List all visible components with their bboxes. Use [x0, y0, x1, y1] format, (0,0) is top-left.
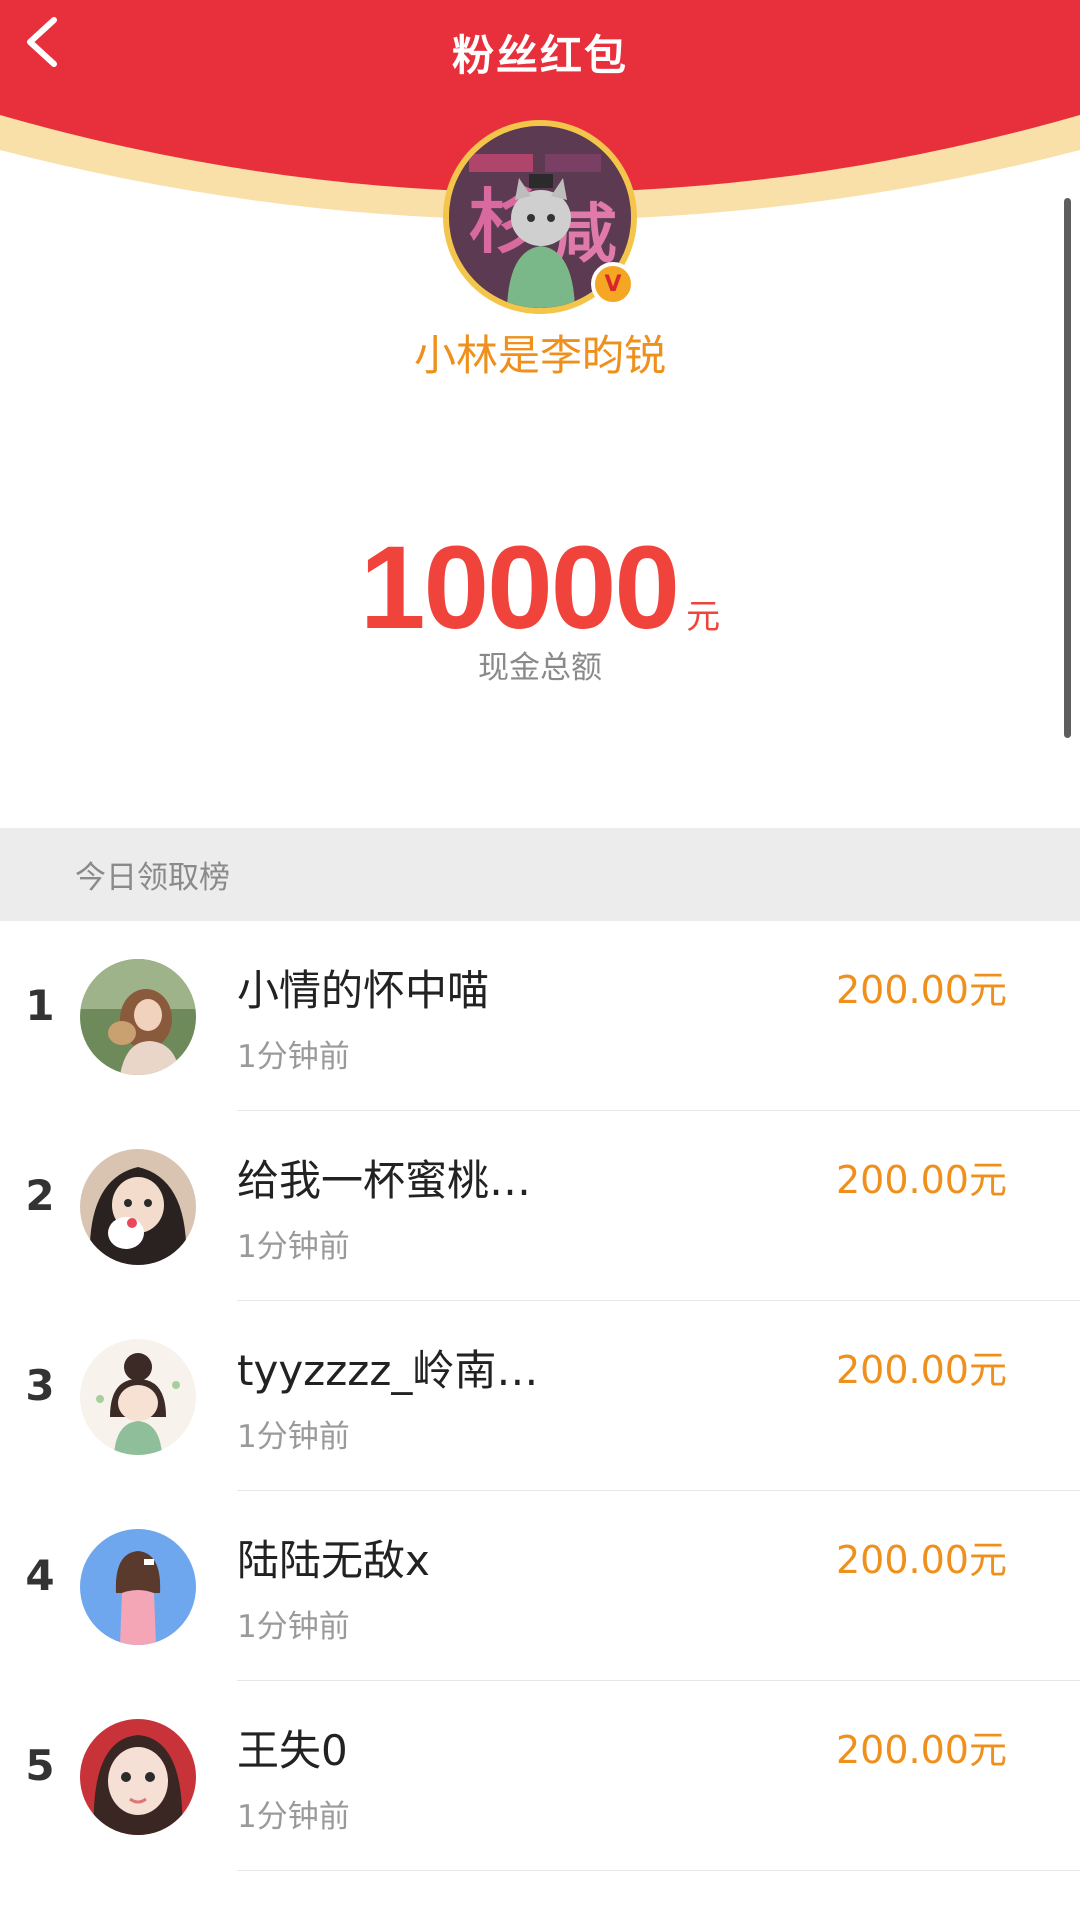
- page-title: 粉丝红包: [451, 31, 628, 80]
- claim-amount: 200.00元: [836, 968, 1007, 1012]
- claim-time: 1分钟前: [237, 1039, 350, 1075]
- claim-row[interactable]: 1 小情的怀中喵 1分钟前 200.00元: [0, 921, 1080, 1111]
- total-amount-value: 10000: [359, 522, 680, 654]
- total-amount: 10000 元: [0, 520, 1080, 656]
- user-name: 陆陆无敌x: [237, 1536, 430, 1585]
- scrollbar[interactable]: [1064, 198, 1071, 738]
- claim-time: 1分钟前: [237, 1229, 350, 1265]
- claim-row[interactable]: 3 tyyzzzz_岭南… 1分钟前 200.00元: [0, 1301, 1080, 1491]
- user-name: 小情的怀中喵: [237, 966, 490, 1015]
- row-divider: [237, 1870, 1080, 1871]
- user-name: 给我一杯蜜桃…: [237, 1156, 532, 1205]
- user-avatar[interactable]: [80, 1149, 196, 1265]
- user-avatar[interactable]: [80, 1339, 196, 1455]
- total-amount-unit: 元: [686, 597, 721, 637]
- total-amount-caption: 现金总额: [478, 650, 602, 686]
- user-name: tyyzzzz_岭南…: [237, 1346, 539, 1395]
- user-avatar[interactable]: [80, 1529, 196, 1645]
- claim-amount: 200.00元: [836, 1728, 1007, 1772]
- rank-number: 1: [25, 981, 55, 1030]
- ranking-section-title: 今日领取榜: [75, 860, 230, 896]
- claim-time: 1分钟前: [237, 1799, 350, 1835]
- fan-red-packet-page: 粉丝红包 杉 咸 V 小林是李昀锐 10000 元 现金总额 今日领取榜 1 小…: [0, 0, 1080, 1919]
- host-name[interactable]: 小林是李昀锐: [0, 322, 1080, 383]
- rank-number: 5: [25, 1741, 55, 1790]
- rank-number: 3: [25, 1361, 55, 1410]
- claim-time: 1分钟前: [237, 1609, 350, 1645]
- rank-number: 4: [25, 1551, 55, 1600]
- claim-row[interactable]: 2 给我一杯蜜桃… 1分钟前 200.00元: [0, 1111, 1080, 1301]
- host-avatar[interactable]: 杉 咸 V: [443, 120, 637, 314]
- claim-row[interactable]: 5 王失0 1分钟前 200.00元: [0, 1681, 1080, 1871]
- claim-amount: 200.00元: [836, 1538, 1007, 1582]
- ranking-section-header: 今日领取榜: [0, 828, 1080, 921]
- claim-row[interactable]: 4 陆陆无敌x 1分钟前 200.00元: [0, 1491, 1080, 1681]
- user-avatar[interactable]: [80, 959, 196, 1075]
- claim-list: 1 小情的怀中喵 1分钟前 200.00元 2 给我一杯蜜桃… 1分钟前 200…: [0, 921, 1080, 1871]
- claim-amount: 200.00元: [836, 1348, 1007, 1392]
- rank-number: 2: [25, 1171, 55, 1220]
- claim-time: 1分钟前: [237, 1419, 350, 1455]
- user-name: 王失0: [237, 1726, 348, 1775]
- claim-amount: 200.00元: [836, 1158, 1007, 1202]
- user-avatar[interactable]: [80, 1719, 196, 1835]
- verified-icon: V: [591, 262, 635, 306]
